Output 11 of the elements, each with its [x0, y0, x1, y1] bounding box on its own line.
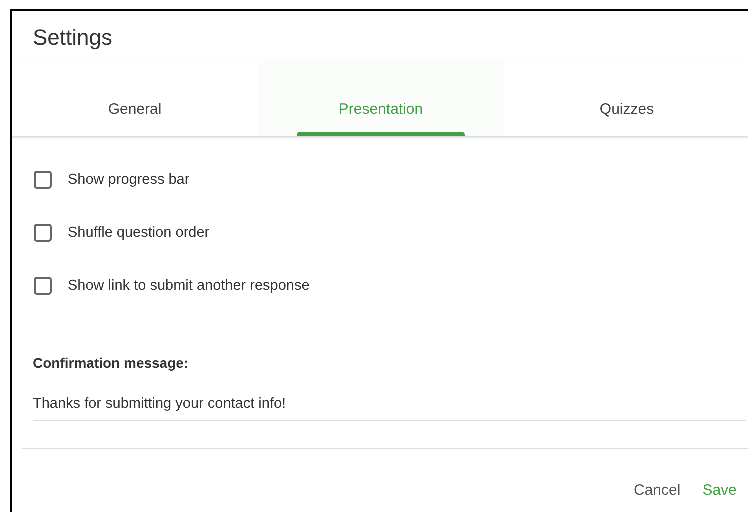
tab[interactable]: Quizzes: [504, 59, 748, 136]
checkbox-label: Show progress bar: [68, 172, 190, 188]
checkbox[interactable]: [34, 224, 52, 242]
checkbox[interactable]: [34, 277, 52, 295]
checkbox-label: Show link to submit another response: [68, 278, 310, 294]
checkbox-label: Shuffle question order: [68, 225, 210, 241]
input-field[interactable]: Thanks for submitting your contact info!: [33, 396, 746, 421]
tab[interactable]: General: [12, 59, 258, 136]
dialog-title: Settings: [32, 24, 114, 52]
checkbox[interactable]: [34, 171, 52, 189]
field-label: Confirmation message:: [33, 355, 190, 371]
